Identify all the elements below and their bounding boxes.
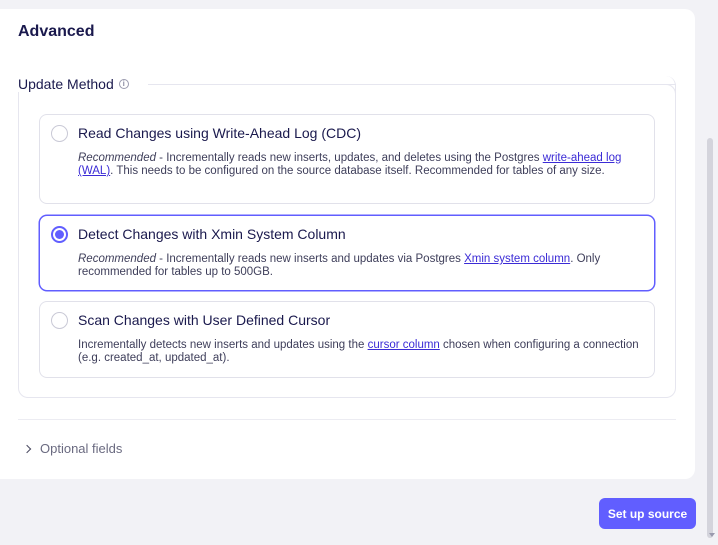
scrollbar-thumb[interactable]: [707, 138, 713, 538]
cursor-column-link[interactable]: cursor column: [368, 339, 440, 351]
divider: [18, 419, 676, 420]
option-title: Read Changes using Write-Ahead Log (CDC): [78, 125, 361, 141]
option-cdc[interactable]: Read Changes using Write-Ahead Log (CDC)…: [39, 114, 655, 204]
option-title: Scan Changes with User Defined Cursor: [78, 312, 331, 328]
option-desc-text: - Incrementally reads new inserts and up…: [155, 253, 465, 265]
option-desc-text: Incrementally detects new inserts and up…: [78, 339, 368, 351]
option-recommended: Recommended: [78, 152, 156, 164]
option-description: Incrementally detects new inserts and up…: [78, 339, 648, 365]
radio-icon[interactable]: [51, 312, 68, 329]
group-border-top: [148, 84, 676, 85]
update-method-label: Update Method i: [18, 76, 135, 92]
option-description: Recommended - Incrementally reads new in…: [78, 152, 648, 178]
chevron-right-icon: [22, 444, 32, 453]
option-xmin[interactable]: Detect Changes with Xmin System Column R…: [39, 215, 655, 291]
option-desc-text: - Incrementally reads new inserts, updat…: [155, 152, 543, 164]
info-icon[interactable]: i: [118, 79, 129, 89]
optional-fields-toggle[interactable]: Optional fields: [22, 441, 123, 456]
option-cursor[interactable]: Scan Changes with User Defined Cursor In…: [39, 301, 655, 378]
update-method-label-text: Update Method: [18, 76, 114, 92]
option-description: Recommended - Incrementally reads new in…: [78, 253, 648, 279]
setup-source-button[interactable]: Set up source: [599, 498, 696, 529]
option-desc-suffix: . This needs to be configured on the sou…: [110, 165, 605, 177]
option-title: Detect Changes with Xmin System Column: [78, 226, 346, 242]
xmin-link[interactable]: Xmin system column: [464, 253, 570, 265]
radio-icon[interactable]: [51, 125, 68, 142]
scroll-down-icon[interactable]: [709, 533, 715, 537]
option-recommended: Recommended: [78, 253, 156, 265]
radio-icon[interactable]: [51, 226, 68, 243]
optional-fields-label: Optional fields: [40, 441, 123, 456]
section-title: Advanced: [18, 23, 95, 40]
